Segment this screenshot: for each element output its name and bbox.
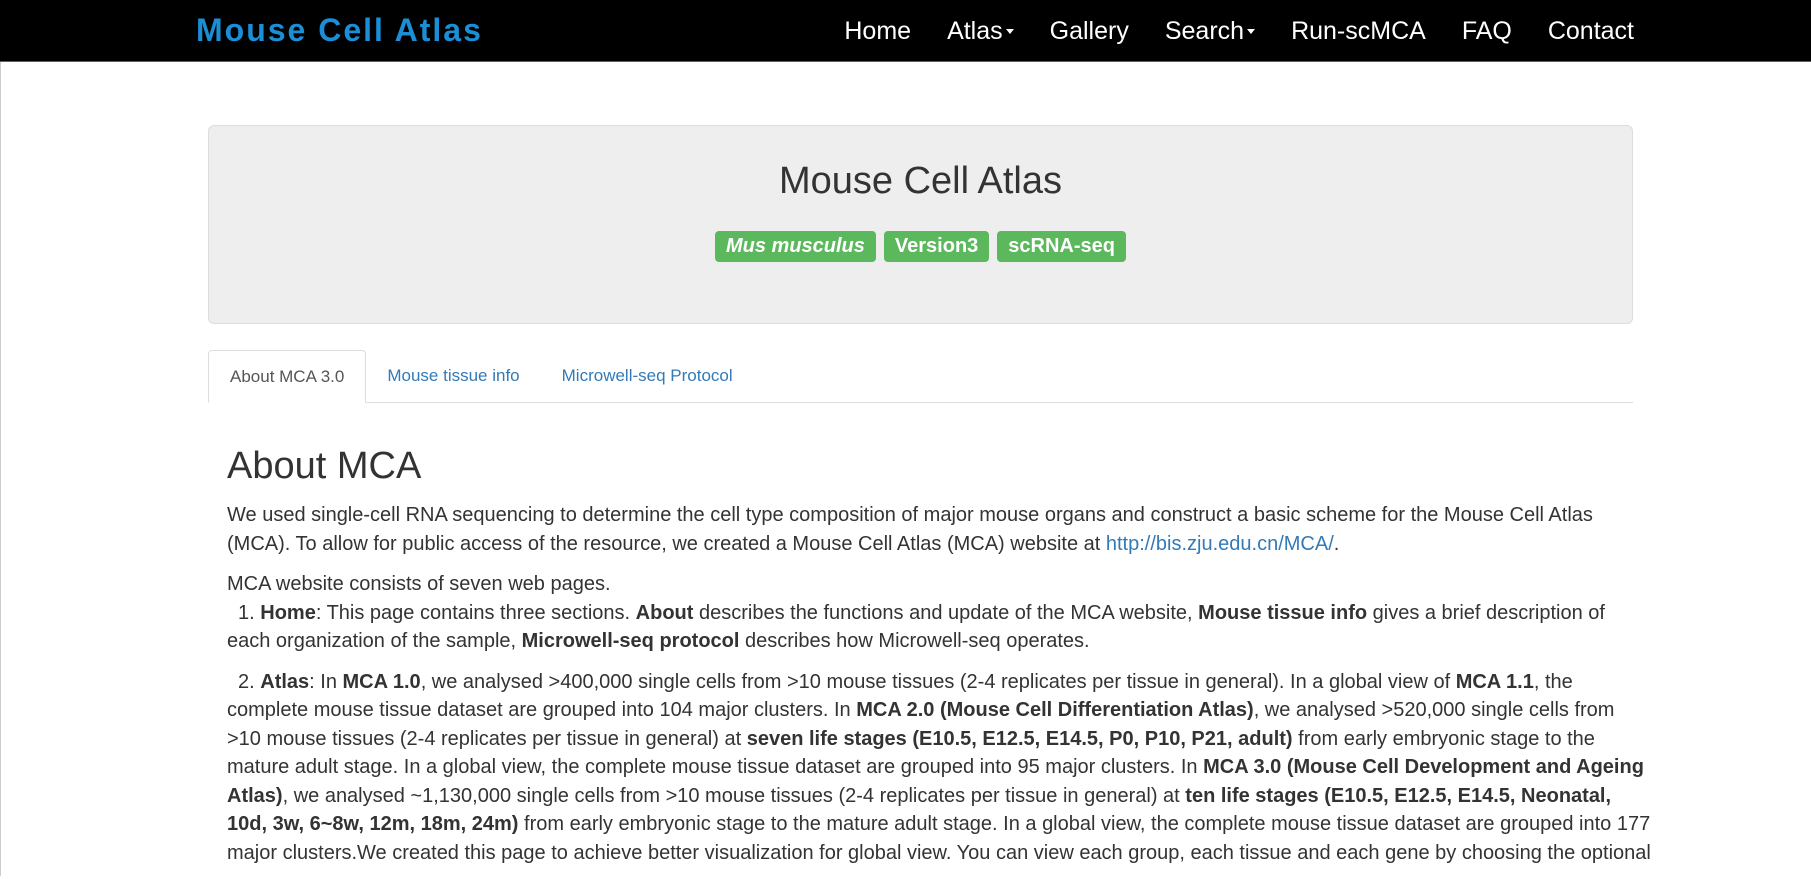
bold-term: MCA 1.1 xyxy=(1455,670,1534,693)
section-heading: About MCA xyxy=(227,445,422,487)
tab-microwell-protocol[interactable]: Microwell-seq Protocol xyxy=(541,350,754,402)
tab-about-mca[interactable]: About MCA 3.0 xyxy=(208,350,367,403)
page-title: Mouse Cell Atlas xyxy=(778,160,1062,202)
caret-down-icon xyxy=(1247,29,1256,35)
tab-mouse-tissue-info[interactable]: Mouse tissue info xyxy=(366,350,540,402)
list-text: : This page contains three sections. xyxy=(315,601,636,624)
nav-search-dropdown[interactable]: Search xyxy=(1147,17,1273,46)
nav-run-scmca-label: Run-scMCA xyxy=(1291,16,1426,45)
main-nav: Home Atlas Gallery Search Run-scMCA FAQ … xyxy=(826,0,1634,62)
bold-term: MCA 2.0 (Mouse Cell Differentiation Atla… xyxy=(856,699,1254,721)
bold-term: Home xyxy=(260,601,316,624)
nav-search-label: Search xyxy=(1164,16,1245,45)
bold-term: Atlas xyxy=(260,670,310,693)
nav-contact-label: Contact xyxy=(1547,16,1634,45)
bold-term: About xyxy=(635,601,694,624)
nav-home-label: Home xyxy=(844,16,912,45)
bold-term: Mouse tissue info xyxy=(1198,601,1368,624)
list-number: 1. xyxy=(238,601,255,624)
top-navbar: Mouse Cell Atlas Home Atlas Gallery Sear… xyxy=(0,0,1811,62)
list-text: describes how Microwell-seq operates. xyxy=(739,630,1090,652)
intro-end: . xyxy=(1333,532,1340,555)
list-text: , we analysed >400,000 single cells from… xyxy=(420,670,1456,693)
page-edge-divider xyxy=(0,62,1,876)
caret-down-icon xyxy=(1005,29,1014,35)
bold-term: Microwell-seq protocol xyxy=(521,630,740,652)
jumbotron-header: Mouse Cell Atlas Mus musculus Version3 s… xyxy=(208,125,1633,324)
badge-group: Mus musculus Version3 scRNA-seq xyxy=(209,231,1632,262)
list-text: : In xyxy=(309,670,343,693)
list-text: describes the functions and update of th… xyxy=(693,601,1199,624)
nav-atlas-label: Atlas xyxy=(947,16,1003,45)
intro-paragraph: We used single-cell RNA sequencing to de… xyxy=(227,501,1652,558)
bold-term: seven life stages (E10.5, E12.5, E14.5, … xyxy=(746,727,1293,750)
intro-text: We used single-cell RNA sequencing to de… xyxy=(227,504,1593,555)
list-number: 2. xyxy=(238,670,255,693)
nav-faq[interactable]: FAQ xyxy=(1444,17,1530,46)
pages-intro: MCA website consists of seven web pages. xyxy=(227,573,611,595)
brand-logo-link[interactable]: Mouse Cell Atlas xyxy=(196,12,483,49)
nav-contact[interactable]: Contact xyxy=(1530,17,1634,46)
pages-list: 1. Home: This page contains three sectio… xyxy=(227,599,1652,868)
mca-website-link[interactable]: http://bis.zju.edu.cn/MCA/ xyxy=(1106,533,1334,555)
nav-run-scmca[interactable]: Run-scMCA xyxy=(1273,17,1444,46)
content-tabs: About MCA 3.0 Mouse tissue info Microwel… xyxy=(208,350,1633,403)
method-badge: scRNA-seq xyxy=(997,231,1126,262)
list-text: , we analysed ~1,130,000 single cells fr… xyxy=(282,784,1186,807)
nav-gallery-label: Gallery xyxy=(1049,16,1129,45)
nav-atlas-dropdown[interactable]: Atlas xyxy=(929,17,1032,46)
species-badge: Mus musculus xyxy=(714,231,876,262)
nav-faq-label: FAQ xyxy=(1461,16,1512,45)
list-item: 1. Home: This page contains three sectio… xyxy=(227,599,1652,656)
bold-term: MCA 1.0 xyxy=(342,670,421,693)
nav-home[interactable]: Home xyxy=(826,17,929,46)
about-panel: About MCA We used single-cell RNA sequen… xyxy=(227,442,1652,879)
version-badge: Version3 xyxy=(883,231,990,262)
list-item: 2. Atlas: In MCA 1.0, we analysed >400,0… xyxy=(227,668,1652,868)
nav-gallery[interactable]: Gallery xyxy=(1032,17,1147,46)
